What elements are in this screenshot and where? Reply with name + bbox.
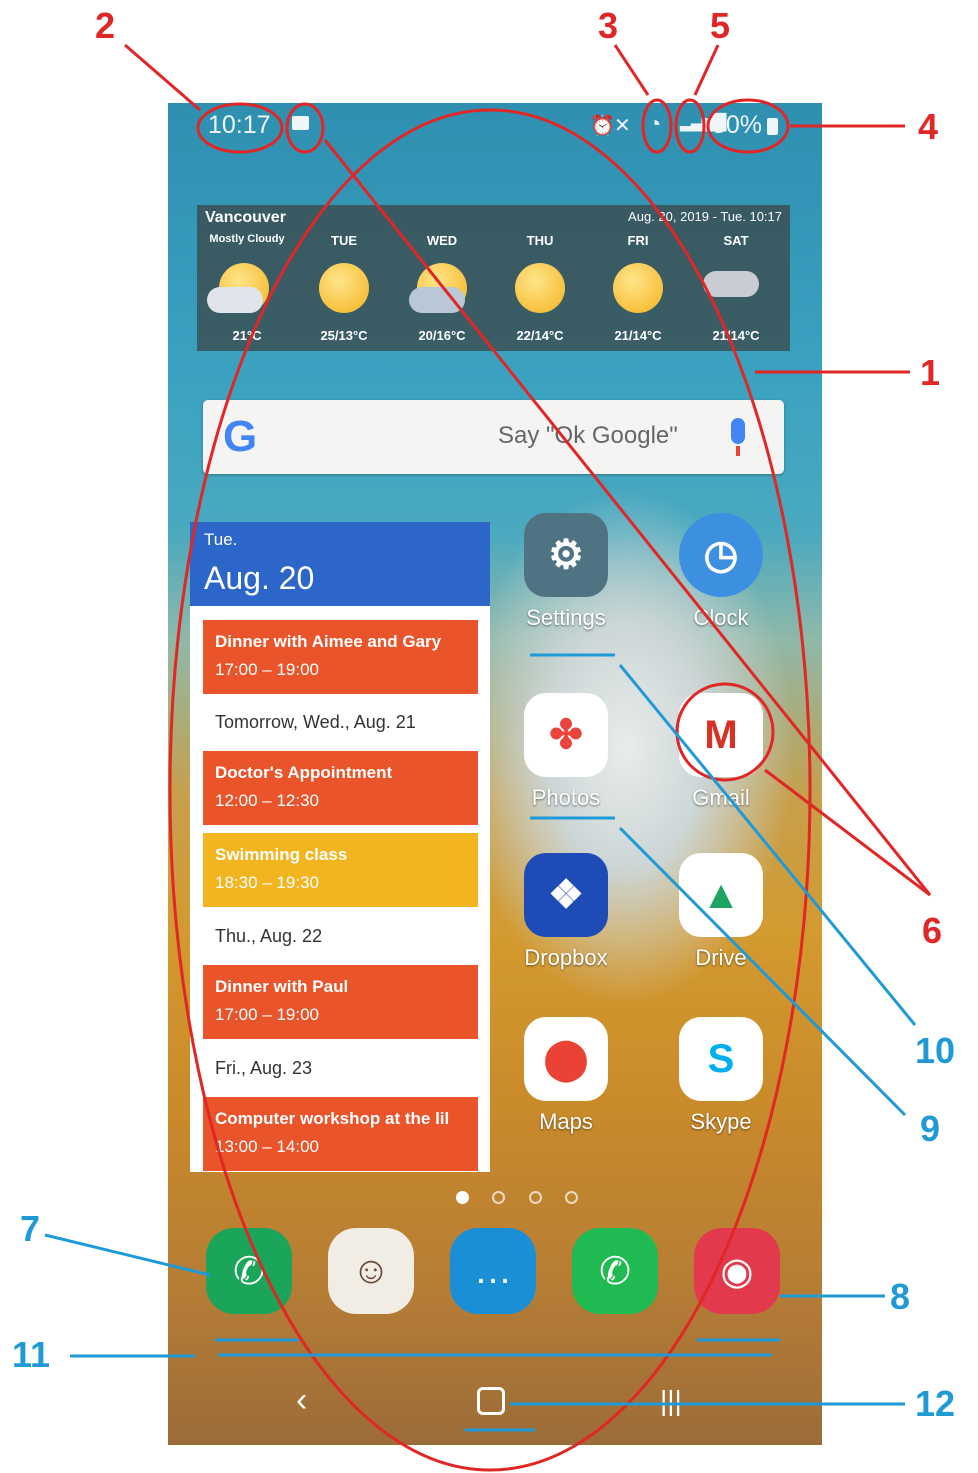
annotation-12: 12: [915, 1383, 956, 1424]
annotation-11: 11: [12, 1334, 51, 1375]
annotation-7: 7: [20, 1208, 41, 1249]
annotation-8: 8: [890, 1276, 911, 1317]
wifi-highlight: [641, 98, 673, 154]
annotation-3: 3: [598, 5, 619, 46]
annotation-4: 4: [918, 106, 939, 147]
pointer-2: [124, 43, 201, 112]
annotation-9: 9: [920, 1108, 941, 1149]
pointer-3: [613, 44, 650, 96]
pointer-7: [44, 1233, 211, 1277]
pointer-10: [618, 664, 917, 1026]
pointer-6b: [764, 768, 931, 897]
signal-highlight: [674, 98, 706, 154]
pointer-6a: [323, 139, 932, 896]
annotation-overlay: [44, 43, 932, 1472]
app-area-ellipse: [168, 108, 812, 1472]
annotation-1: 1: [920, 352, 941, 393]
pointer-9: [618, 826, 907, 1117]
annotation-2: 2: [95, 5, 116, 46]
notification-highlight: [285, 102, 325, 154]
pointer-5: [693, 44, 720, 96]
annotation-6: 6: [922, 910, 943, 951]
annotation-5: 5: [710, 5, 731, 46]
battery-highlight: [706, 98, 790, 154]
time-highlight: [196, 102, 284, 154]
annotation-10: 10: [915, 1030, 956, 1071]
gmail-highlight: [675, 682, 775, 782]
